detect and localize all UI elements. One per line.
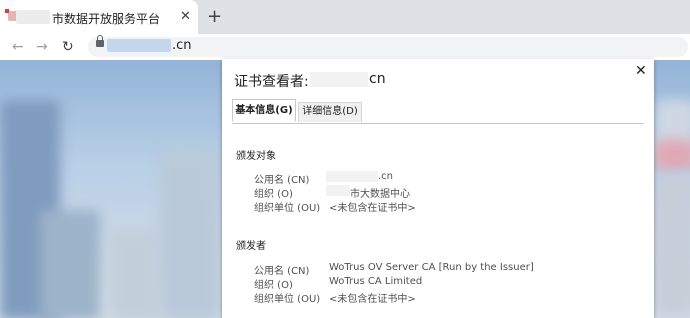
tab-basic-info[interactable]: 基本信息(G) [232, 99, 296, 122]
lock-icon[interactable] [96, 40, 104, 47]
reload-icon[interactable]: ↻ [62, 38, 74, 56]
close-icon[interactable]: ✕ [635, 63, 647, 79]
field-label: 组织单位 (OU) [254, 294, 321, 305]
field-label: 组织 (O) [254, 189, 293, 200]
forward-icon[interactable]: → [36, 38, 48, 56]
value-redaction [326, 185, 350, 196]
field-label: 组织单位 (OU) [254, 203, 321, 214]
certificate-viewer-dialog: 证书查看者: cn ✕ 基本信息(G) 详细信息(D) 颁发对象 公用名 (CN… [222, 59, 654, 318]
favicon-accent-icon [5, 9, 9, 13]
field-label: 公用名 (CN) [254, 175, 310, 186]
url-text: .cn [172, 38, 192, 53]
blurred-building [40, 210, 100, 318]
field-value: WoTrus OV Server CA [Run by the Issuer] [329, 262, 534, 273]
subject-heading: 颁发对象 [236, 151, 276, 162]
browser-toolbar: ← → ↻ [0, 34, 690, 60]
value-redaction [326, 171, 378, 182]
tab-title: 市数据开放服务平台 [52, 12, 161, 26]
blurred-building [655, 140, 690, 170]
field-value: <未包含在证书中> [329, 203, 416, 214]
new-tab-icon[interactable]: + [207, 7, 222, 27]
field-label: 公用名 (CN) [254, 266, 310, 277]
blurred-building [110, 230, 160, 318]
field-value: 市大数据中心 [350, 189, 410, 200]
field-label: 组织 (O) [254, 280, 293, 291]
tab-close-icon[interactable]: ✕ [180, 10, 191, 24]
blurred-building [655, 175, 690, 315]
dialog-title: 证书查看者: [234, 74, 309, 90]
field-value: WoTrus CA Limited [329, 276, 423, 287]
dialog-title-suffix: cn [369, 71, 386, 87]
browser-tab[interactable]: 市数据开放服务平台 ✕ [0, 0, 198, 34]
url-redaction [107, 39, 171, 52]
dialog-tabs: 基本信息(G) 详细信息(D) [232, 99, 644, 124]
field-value: .cn [378, 171, 394, 182]
issuer-heading: 颁发者 [236, 241, 266, 252]
dialog-title-redaction [310, 72, 368, 87]
field-value: <未包含在证书中> [329, 294, 416, 305]
tab-title-redaction [16, 10, 50, 24]
tab-details[interactable]: 详细信息(D) [298, 102, 362, 122]
tab-strip: 市数据开放服务平台 ✕ + [0, 0, 690, 34]
back-icon[interactable]: ← [12, 38, 24, 56]
blurred-building [160, 150, 220, 318]
